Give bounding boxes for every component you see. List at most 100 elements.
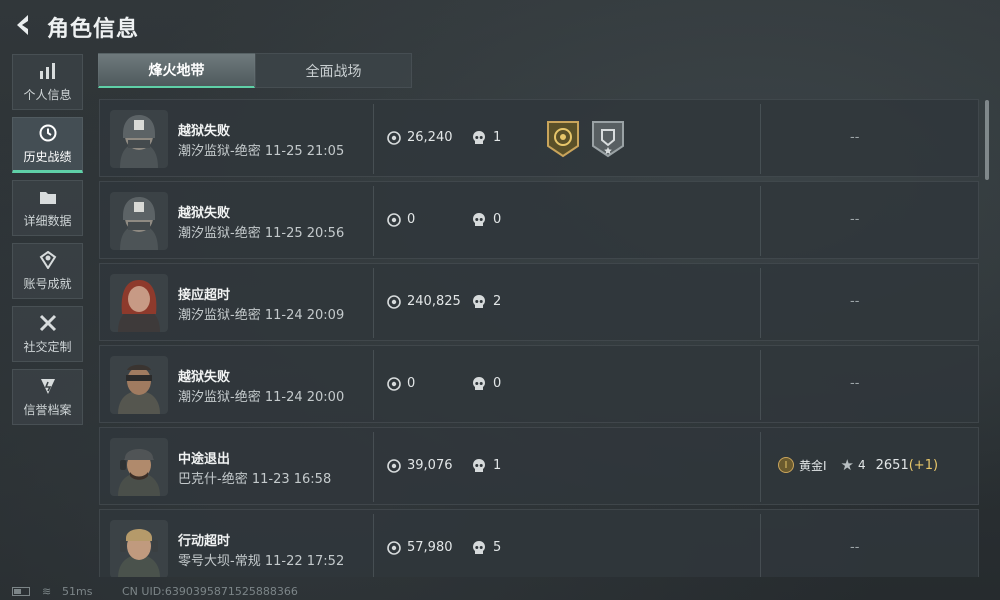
match-row[interactable]: 越狱失败 潮汐监狱-绝密 11-25 21:05 26,240 1 --	[99, 99, 979, 177]
rank-placeholder: --	[850, 212, 860, 227]
skull-icon	[472, 376, 486, 392]
gold-emblem-icon[interactable]	[546, 120, 580, 158]
header: 角色信息	[0, 0, 1000, 52]
match-result: 越狱失败	[178, 370, 231, 385]
match-info: 潮汐监狱-绝密 11-25 21:05	[178, 144, 345, 159]
tab-full-battlefield[interactable]: 全面战场	[255, 53, 412, 88]
silver-shield-icon[interactable]	[591, 120, 625, 158]
coin-value: 26,240	[407, 130, 453, 145]
nav-label: 个人信息	[23, 88, 72, 102]
match-result: 接应超时	[178, 288, 231, 303]
nav-item-details[interactable]: 详细数据	[12, 180, 83, 236]
rank-placeholder: --	[850, 376, 860, 391]
coin-icon	[387, 295, 401, 309]
achievement-icon	[38, 250, 58, 270]
divider	[760, 104, 761, 174]
list-scrollbar[interactable]	[985, 100, 989, 180]
rank-info: I 黄金I ★ 4 2651 (+1)	[778, 456, 938, 474]
uid-text: CN UID:6390395871525888366	[122, 585, 298, 598]
rank-score-delta: (+1)	[908, 457, 939, 473]
match-row[interactable]: 行动超时 零号大坝-常规 11-22 17:52 57,980 5 --	[99, 509, 979, 577]
coin-value: 0	[407, 212, 416, 227]
operator-avatar	[110, 356, 168, 414]
tab-warzone[interactable]: 烽火地带	[98, 53, 255, 88]
rank-score: 2651	[875, 457, 909, 473]
nav-label: 历史战绩	[23, 150, 72, 164]
match-result: 越狱失败	[178, 124, 231, 139]
divider	[373, 432, 374, 502]
operator-avatar	[110, 192, 168, 250]
kill-count: 0	[493, 212, 502, 227]
nav-item-reputation[interactable]: 信誉档案	[12, 369, 83, 425]
nav-item-achievements[interactable]: 账号成就	[12, 243, 83, 299]
divider	[760, 350, 761, 420]
match-result: 行动超时	[178, 534, 231, 549]
rank-medal-icon: I	[778, 457, 794, 473]
operator-avatar	[110, 274, 168, 332]
clock-icon	[38, 123, 58, 143]
tools-icon	[38, 313, 58, 333]
skull-icon	[472, 130, 486, 146]
match-info: 零号大坝-常规 11-22 17:52	[178, 554, 345, 569]
nav-label: 信誉档案	[23, 403, 72, 417]
nav-label: 详细数据	[23, 214, 72, 228]
rank-placeholder: --	[850, 294, 860, 309]
skull-icon	[472, 294, 486, 310]
status-footer: ≋ 51ms CN UID:6390395871525888366	[0, 583, 1000, 600]
bar-chart-icon	[38, 61, 58, 81]
skull-icon	[472, 212, 486, 228]
coin-icon	[387, 213, 401, 227]
divider	[760, 514, 761, 577]
match-row[interactable]: 越狱失败 潮汐监狱-绝密 11-25 20:56 0 0 --	[99, 181, 979, 259]
kill-count: 5	[493, 540, 502, 555]
back-arrow-icon[interactable]	[12, 12, 36, 38]
kill-count: 1	[493, 458, 502, 473]
battery-icon	[12, 587, 30, 596]
skull-icon	[472, 458, 486, 474]
nav-item-social[interactable]: 社交定制	[12, 306, 83, 362]
operator-avatar	[110, 520, 168, 577]
star-icon: ★	[840, 456, 854, 474]
coin-icon	[387, 541, 401, 555]
operator-avatar	[110, 110, 168, 168]
divider	[760, 268, 761, 338]
coin-value: 39,076	[407, 458, 453, 473]
divider	[760, 186, 761, 256]
divider	[373, 268, 374, 338]
match-history-list: 越狱失败 潮汐监狱-绝密 11-25 21:05 26,240 1 -- 越狱失…	[99, 99, 979, 577]
match-result: 中途退出	[178, 452, 231, 467]
folder-icon	[38, 187, 58, 207]
rank-stars: 4	[858, 458, 866, 472]
divider	[373, 186, 374, 256]
kill-count: 2	[493, 294, 502, 309]
skull-icon	[472, 540, 486, 556]
side-navigation: 个人信息 历史战绩 详细数据 账号成就 社交定制 信誉档案	[12, 54, 83, 432]
nav-label: 账号成就	[23, 277, 72, 291]
match-info: 潮汐监狱-绝密 11-25 20:56	[178, 226, 345, 241]
page-title: 角色信息	[47, 17, 140, 42]
match-row[interactable]: 中途退出 巴克什-绝密 11-23 16:58 39,076 1 I 黄金I ★…	[99, 427, 979, 505]
rank-placeholder: --	[850, 540, 860, 555]
ping-text: 51ms	[62, 585, 93, 598]
coin-value: 240,825	[407, 294, 461, 309]
divider	[373, 514, 374, 577]
reputation-icon	[38, 376, 58, 396]
match-row[interactable]: 越狱失败 潮汐监狱-绝密 11-24 20:00 0 0 --	[99, 345, 979, 423]
rank-tier: 黄金I	[799, 458, 827, 473]
nav-item-profile[interactable]: 个人信息	[12, 54, 83, 110]
match-info: 巴克什-绝密 11-23 16:58	[178, 472, 332, 487]
divider	[373, 104, 374, 174]
coin-icon	[387, 131, 401, 145]
rank-placeholder: --	[850, 130, 860, 145]
mode-tabs: 烽火地带 全面战场	[98, 53, 412, 88]
nav-item-history[interactable]: 历史战绩	[12, 117, 83, 173]
nav-label: 社交定制	[23, 340, 72, 354]
kill-count: 1	[493, 130, 502, 145]
coin-icon	[387, 377, 401, 391]
match-row[interactable]: 接应超时 潮汐监狱-绝密 11-24 20:09 240,825 2 --	[99, 263, 979, 341]
operator-avatar	[110, 438, 168, 496]
coin-value: 57,980	[407, 540, 453, 555]
kill-count: 0	[493, 376, 502, 391]
match-result: 越狱失败	[178, 206, 231, 221]
coin-value: 0	[407, 376, 416, 391]
